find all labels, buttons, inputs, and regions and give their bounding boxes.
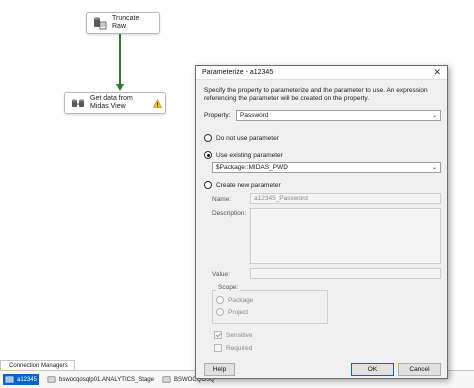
connection-item[interactable]: bswocqosqlp01.ANALYTICS_Stage <box>47 375 154 384</box>
close-icon[interactable]: ✕ <box>433 68 441 77</box>
dialog-description: Specify the property to parameterize and… <box>204 87 428 102</box>
radio-scope-project[interactable]: Project <box>216 308 248 316</box>
precedence-arrow <box>116 84 124 91</box>
connection-icon <box>5 376 14 383</box>
radio-indicator <box>216 308 224 316</box>
radio-label: Create new parameter <box>216 181 281 189</box>
scope-label: Scope: <box>216 284 241 291</box>
property-label: Property: <box>204 112 231 119</box>
dialog-titlebar[interactable]: Parameterize - a12345 ✕ <box>196 66 447 80</box>
property-dropdown[interactable]: Password ⌄ <box>236 110 441 121</box>
cancel-button[interactable]: Cancel <box>398 363 441 376</box>
required-checkbox[interactable]: Required <box>214 344 252 352</box>
ok-button[interactable]: OK <box>351 363 394 376</box>
connection-icon <box>162 376 171 383</box>
radio-no-parameter[interactable]: Do not use parameter <box>204 134 279 142</box>
existing-parameter-dropdown[interactable]: $Package::MIDAS_PWD ⌄ <box>212 162 441 173</box>
radio-indicator <box>216 296 224 304</box>
radio-label: Do not use parameter <box>216 134 279 142</box>
task-truncate-raw[interactable]: Truncate Raw <box>86 12 160 34</box>
name-field[interactable]: a12345_Password <box>250 193 441 204</box>
connection-icon <box>47 376 56 383</box>
precedence-constraint[interactable] <box>119 34 121 86</box>
radio-use-existing[interactable]: Use existing parameter <box>204 151 283 159</box>
connection-label: a12345 <box>17 376 38 383</box>
value-field[interactable] <box>250 268 441 279</box>
warning-icon[interactable] <box>153 99 162 108</box>
name-label: Name: <box>212 196 232 203</box>
radio-label: Project <box>228 308 249 316</box>
sensitive-checkbox[interactable]: Sensitive <box>214 331 252 339</box>
radio-label: Package <box>228 296 254 304</box>
radio-indicator <box>204 181 212 189</box>
existing-parameter-value: $Package::MIDAS_PWD <box>216 164 288 171</box>
data-flow-task-icon <box>72 99 84 107</box>
dialog-title: Parameterize - a12345 <box>202 69 274 76</box>
radio-label: Use existing parameter <box>216 151 283 159</box>
connection-item[interactable]: a12345 <box>3 374 40 385</box>
checkbox-indicator <box>214 344 222 352</box>
connection-label: bswocqosqlp01.ANALYTICS_Stage <box>59 376 154 383</box>
radio-indicator <box>204 151 212 159</box>
value-label: Value: <box>212 271 230 278</box>
task-label: Get data from Midas View <box>90 95 133 110</box>
chevron-down-icon: ⌄ <box>431 165 437 171</box>
checkbox-indicator <box>214 331 222 339</box>
description-label: Description: <box>212 210 247 217</box>
help-button[interactable]: Help <box>204 363 235 376</box>
checkbox-label: Sensitive <box>226 331 253 339</box>
radio-scope-package[interactable]: Package <box>216 296 253 304</box>
chevron-down-icon: ⌄ <box>431 113 437 119</box>
task-label: Truncate Raw <box>112 15 140 30</box>
property-value: Password <box>240 112 269 119</box>
radio-create-new[interactable]: Create new parameter <box>204 181 281 189</box>
task-get-data-from-midas[interactable]: Get data from Midas View <box>64 92 166 114</box>
radio-indicator <box>204 134 212 142</box>
checkbox-label: Required <box>226 344 253 352</box>
sql-task-icon <box>94 17 107 30</box>
description-field[interactable] <box>250 208 441 264</box>
parameterize-dialog: Parameterize - a12345 ✕ Specify the prop… <box>195 65 448 379</box>
